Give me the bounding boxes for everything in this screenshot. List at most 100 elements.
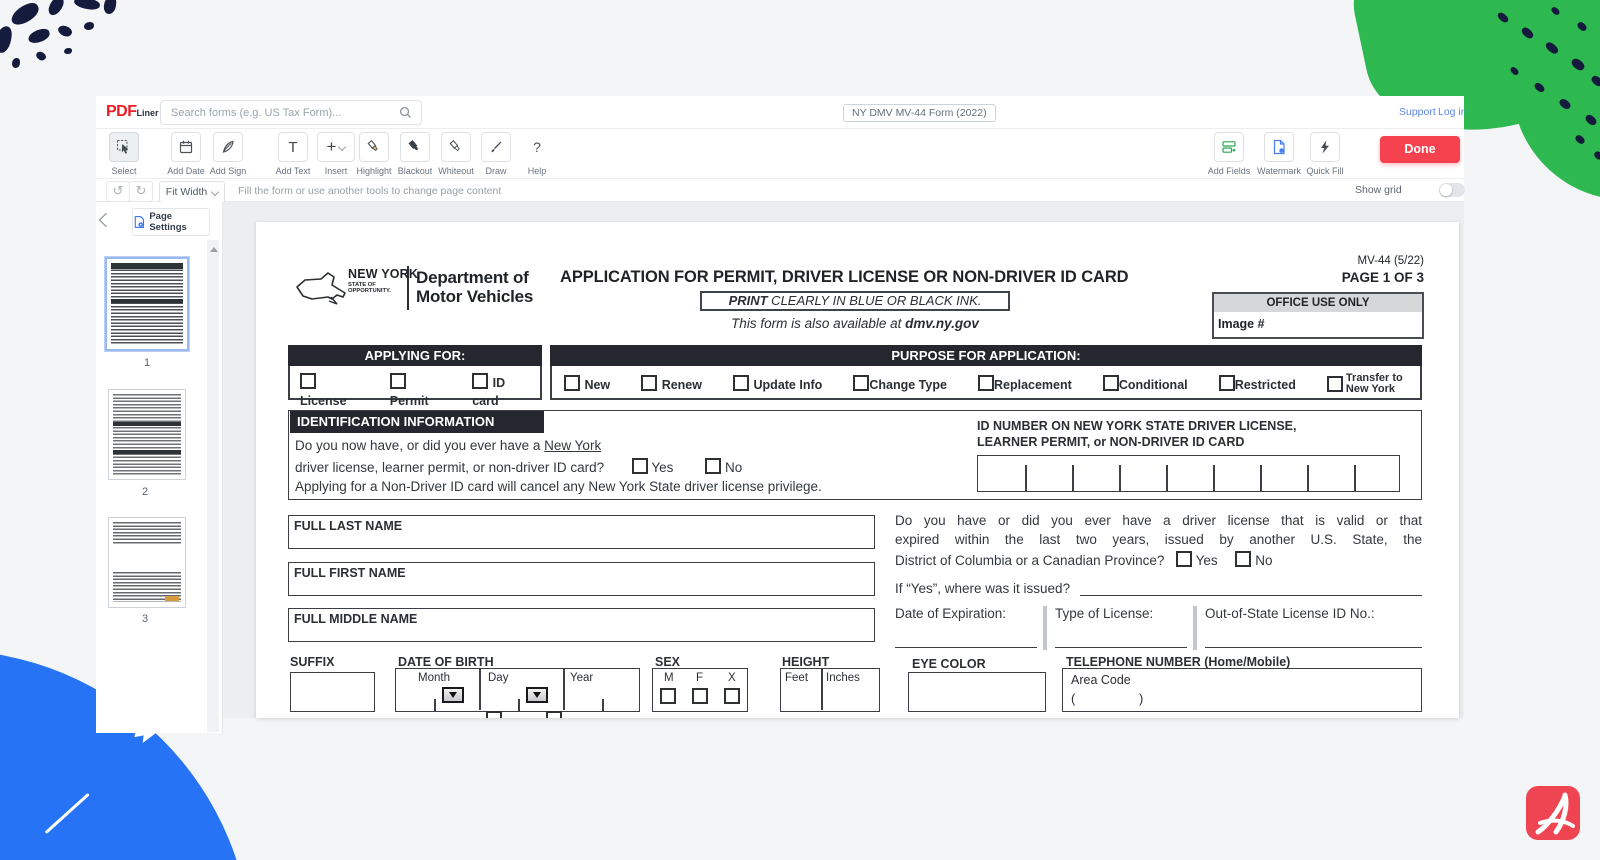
quill-pen-icon — [220, 139, 236, 155]
undo-button[interactable]: ↺ — [106, 181, 130, 202]
id-number-grid[interactable] — [977, 455, 1400, 492]
checkbox-ident-yes[interactable] — [632, 458, 648, 474]
tool-label: Select — [96, 166, 152, 176]
full-last-name-field[interactable]: FULL LAST NAME — [288, 515, 875, 549]
page-thumbnail-1[interactable] — [105, 257, 189, 351]
watermark-doc-icon — [1271, 139, 1287, 155]
purpose-options: New Renew Update Info Change Type Replac… — [564, 369, 1410, 399]
checkbox-oos-no[interactable] — [1235, 551, 1251, 567]
checkbox-permit[interactable] — [390, 373, 406, 389]
scroll-up-arrow[interactable] — [210, 247, 218, 252]
checkbox-change-type[interactable] — [853, 375, 869, 391]
screenshot-stage: PDFLiner NY DMV MV-44 Form (2022) Suppor… — [0, 0, 1600, 860]
identification-header: IDENTIFICATION INFORMATION — [290, 411, 544, 433]
oos-idno-writein[interactable] — [1205, 647, 1422, 648]
checkbox-conditional[interactable] — [1103, 375, 1119, 391]
pdfliner-logo[interactable]: PDFLiner — [106, 103, 159, 121]
id-number-line2: LEARNER PERMIT, or NON-DRIVER ID CARD — [977, 434, 1296, 450]
oos-question-line3: District of Columbia or a Canadian Provi… — [895, 551, 1272, 568]
checkbox-update-info[interactable] — [733, 375, 749, 391]
search-input[interactable] — [169, 102, 393, 123]
checkbox-restricted[interactable] — [1219, 375, 1235, 391]
checkbox-oos-yes[interactable] — [1176, 551, 1192, 567]
checkbox-sex-f[interactable] — [692, 688, 708, 704]
dob-month-dropdown[interactable] — [442, 687, 464, 703]
full-first-name-field[interactable]: FULL FIRST NAME — [288, 562, 875, 596]
checkbox-clipped-2[interactable] — [546, 711, 562, 718]
applying-for-options: License Permit ID card — [300, 373, 532, 410]
checkbox-replacement[interactable] — [978, 375, 994, 391]
option-transfer: Transfer to New York — [1346, 373, 1410, 395]
plus-icon: + — [327, 140, 337, 154]
tool-label: Add Sign — [200, 166, 256, 176]
sidebar-scrollbar[interactable] — [207, 240, 219, 732]
checkbox-transfer[interactable] — [1327, 376, 1343, 392]
print-instruction-box: PRINT CLEARLY IN BLUE OR BLACK INK. — [700, 291, 1010, 311]
page-settings-tab[interactable]: Page Settings — [132, 208, 210, 236]
draw-button[interactable] — [481, 132, 511, 162]
page-number-1: 1 — [106, 357, 188, 369]
oos-expiration-writein[interactable] — [895, 647, 1037, 648]
option-conditional: Conditional — [1119, 378, 1188, 392]
oos-expiration-label: Date of Expiration: — [895, 606, 1043, 621]
tool-select: Select — [96, 132, 152, 176]
image-number-label: Image # — [1214, 312, 1422, 331]
option-renew: Renew — [662, 378, 702, 392]
highlight-button[interactable] — [359, 132, 389, 162]
add-text-button[interactable]: T — [278, 132, 308, 162]
zoom-mode-dropdown[interactable]: Fit Width — [159, 181, 225, 203]
area-code-label: Area Code — [1071, 673, 1131, 687]
checkbox-idcard[interactable] — [472, 373, 488, 389]
full-last-name-label: FULL LAST NAME — [289, 516, 874, 533]
add-sign-button[interactable] — [213, 132, 243, 162]
oos-type-writein[interactable] — [1055, 647, 1187, 648]
watermark-button[interactable] — [1264, 132, 1294, 162]
quick-fill-button[interactable] — [1310, 132, 1340, 162]
oos-yes-label: Yes — [1196, 553, 1218, 568]
blackout-marker-icon — [407, 139, 423, 155]
checkbox-clipped-1[interactable] — [486, 711, 502, 718]
oos-issued-writein[interactable] — [1080, 580, 1422, 596]
checkbox-sex-m[interactable] — [660, 688, 676, 704]
dob-month-label: Month — [418, 672, 450, 684]
checkbox-renew[interactable] — [641, 375, 657, 391]
add-date-button[interactable] — [171, 132, 201, 162]
login-link[interactable]: Log in — [1438, 106, 1467, 118]
oos-idno-label: Out-of-State License ID No.: — [1197, 606, 1422, 621]
acrobat-logo — [1526, 786, 1580, 840]
checkbox-license[interactable] — [300, 373, 316, 389]
sex-m-label: M — [664, 672, 674, 684]
checkbox-ident-no[interactable] — [705, 458, 721, 474]
logo-liner-text: Liner — [137, 108, 159, 118]
eye-color-field[interactable] — [908, 672, 1046, 712]
option-replacement: Replacement — [994, 378, 1072, 392]
form-title: APPLICATION FOR PERMIT, DRIVER LICENSE O… — [560, 268, 1182, 287]
dob-tick — [434, 699, 436, 711]
dob-day-dropdown[interactable] — [526, 687, 548, 703]
checkbox-sex-x[interactable] — [724, 688, 740, 704]
support-link[interactable]: Support — [1399, 106, 1436, 118]
page-thumbnail-2[interactable] — [108, 389, 186, 480]
ident-yes-label: Yes — [651, 460, 673, 475]
whiteout-button[interactable] — [441, 132, 471, 162]
full-middle-name-field[interactable]: FULL MIDDLE NAME — [288, 608, 875, 642]
add-fields-button[interactable] — [1214, 132, 1244, 162]
redo-button[interactable]: ↻ — [129, 181, 153, 202]
search-icon[interactable] — [398, 105, 413, 120]
print-rest: CLEARLY IN BLUE OR BLACK INK. — [768, 293, 982, 308]
logo-divider — [407, 266, 409, 310]
page-thumbnail-3[interactable] — [108, 517, 186, 608]
show-grid-toggle[interactable] — [1439, 183, 1465, 197]
help-button[interactable]: ? — [522, 132, 552, 162]
done-button[interactable]: Done — [1380, 136, 1460, 163]
checkbox-new[interactable] — [564, 375, 580, 391]
select-button[interactable] — [109, 132, 139, 162]
zoom-mode-label: Fit Width — [166, 186, 207, 198]
ident-question-line1: Do you now have, or did you ever have a … — [295, 438, 601, 453]
full-middle-name-label: FULL MIDDLE NAME — [289, 609, 874, 626]
oos-type-label: Type of License: — [1047, 606, 1193, 621]
suffix-field[interactable] — [290, 672, 375, 712]
blackout-button[interactable] — [400, 132, 430, 162]
phone-field[interactable]: Area Code ( ) — [1062, 668, 1422, 712]
search-forms-box — [160, 100, 422, 125]
